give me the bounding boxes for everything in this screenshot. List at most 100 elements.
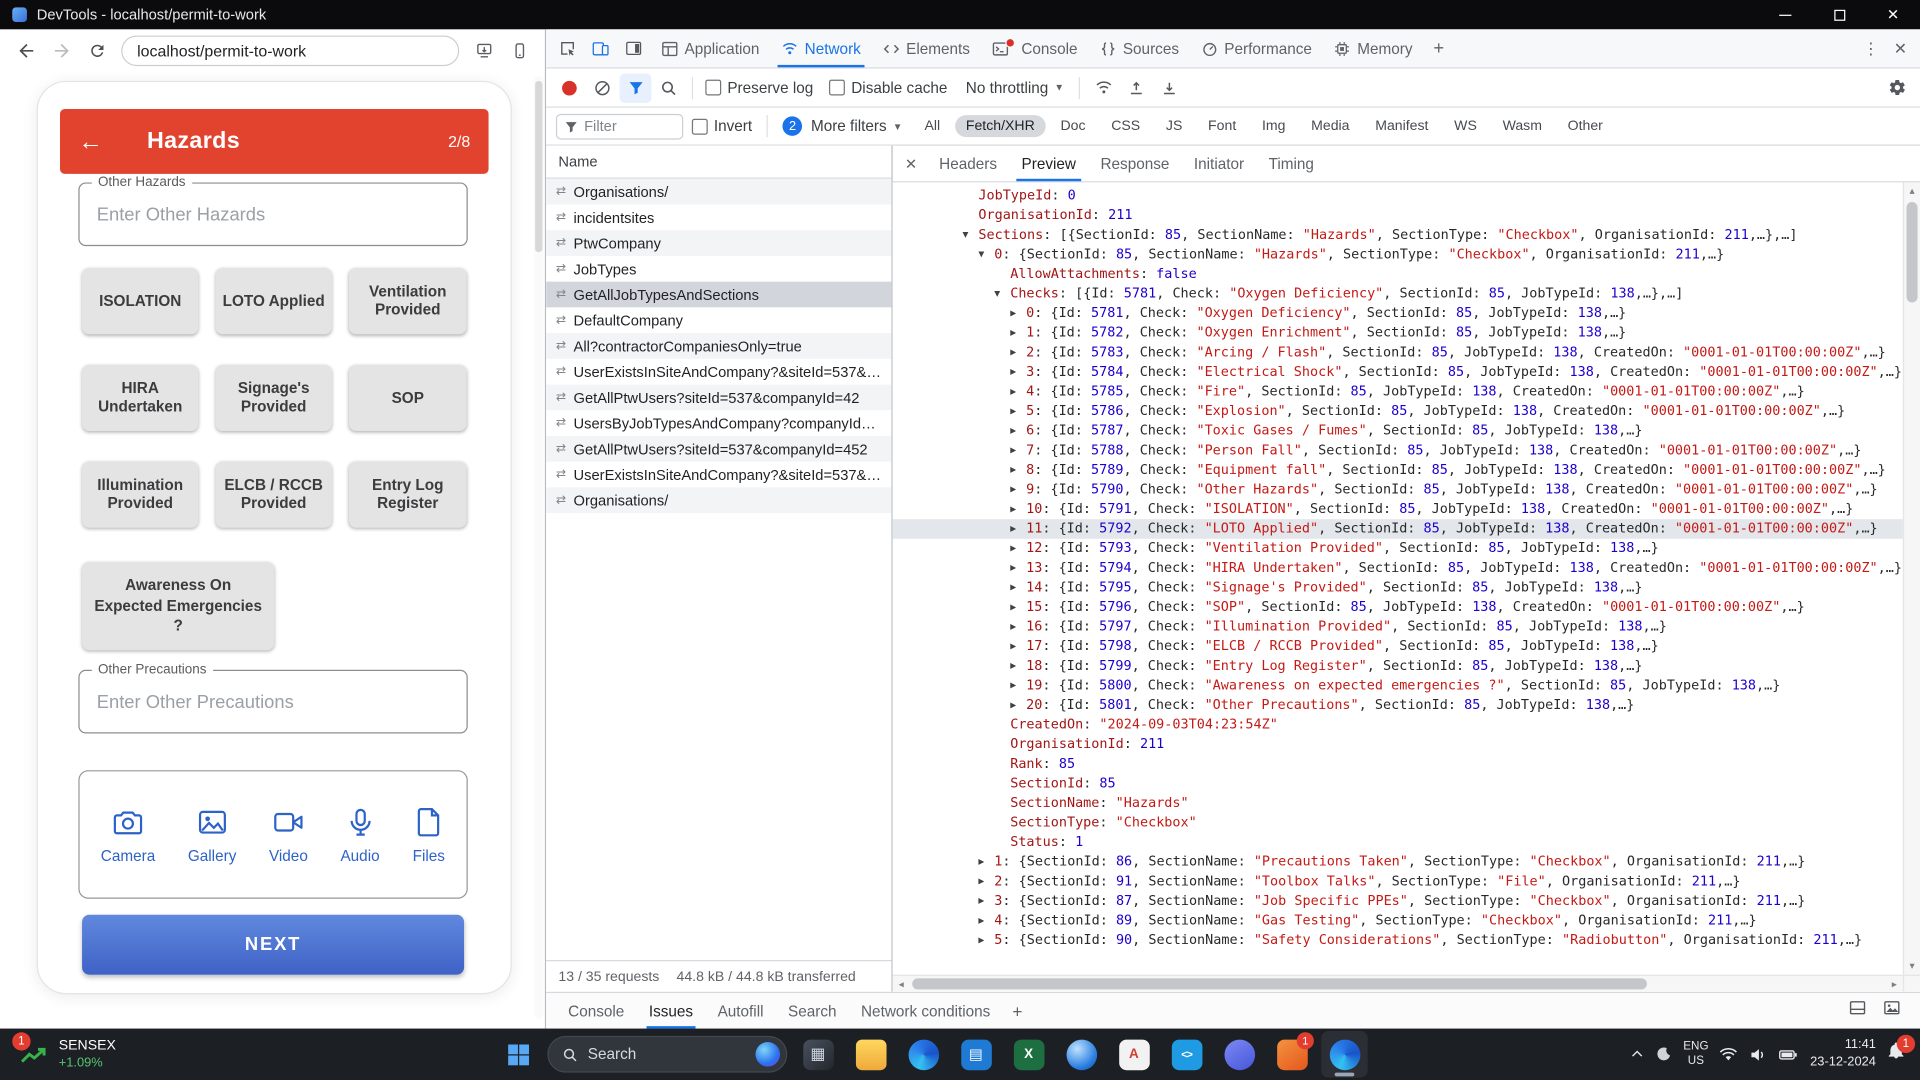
json-tree-line[interactable]: ▶13: {Id: 5794, Check: "HIRA Undertaken"… xyxy=(893,558,1903,578)
request-row[interactable]: ⇄Organisations/ xyxy=(546,179,891,205)
media-button-camera[interactable]: Camera xyxy=(101,805,155,864)
preview-tab-preview[interactable]: Preview xyxy=(1009,146,1088,182)
drawer-tab-console[interactable]: Console xyxy=(556,993,637,1029)
horizontal-scrollbar[interactable]: ◀ ▶ xyxy=(893,975,1903,992)
json-tree-line[interactable]: ▶6: {Id: 5787, Check: "Toxic Gases / Fum… xyxy=(893,421,1903,441)
request-row[interactable]: ⇄UserExistsInSiteAndCompany?&siteId=537&… xyxy=(546,462,891,488)
clock[interactable]: 11:41 23-12-2024 xyxy=(1810,1038,1876,1071)
json-tree-line[interactable]: ▶14: {Id: 5795, Check: "Signage's Provid… xyxy=(893,578,1903,598)
dock-side-icon[interactable] xyxy=(617,29,650,67)
drawer-tab-network-conditions[interactable]: Network conditions xyxy=(849,993,1003,1029)
settings-gear-icon[interactable] xyxy=(1881,73,1913,102)
json-tree-line[interactable]: ▶19: {Id: 5800, Check: "Awareness on exp… xyxy=(893,676,1903,696)
page-scrollbar[interactable] xyxy=(534,76,544,1019)
json-tree-line[interactable]: ▶7: {Id: 5788, Check: "Person Fall", Sec… xyxy=(893,441,1903,461)
json-tree-line[interactable]: ▼0: {SectionId: 85, SectionName: "Hazard… xyxy=(893,245,1903,265)
widgets-button[interactable]: 1 SENSEX +1.09% xyxy=(5,1029,131,1080)
other-hazards-input[interactable] xyxy=(80,184,467,245)
json-tree-line[interactable]: ▶5: {SectionId: 90, SectionName: "Safety… xyxy=(893,931,1903,951)
record-button[interactable] xyxy=(553,73,585,102)
invert-checkbox[interactable]: Invert xyxy=(692,118,752,135)
json-tree-line[interactable]: ▼Sections: [{SectionId: 85, SectionName:… xyxy=(893,225,1903,245)
clear-button[interactable] xyxy=(587,73,619,102)
request-row[interactable]: ⇄DefaultCompany xyxy=(546,307,891,333)
filter-input[interactable] xyxy=(584,118,662,135)
language-indicator[interactable]: ENG US xyxy=(1683,1040,1708,1069)
taskbar-app-blue-circle-app-icon[interactable] xyxy=(1216,1031,1263,1078)
hazard-option-button-hira-undertaken[interactable]: HIRA Undertaken xyxy=(82,365,198,431)
request-row[interactable]: ⇄UsersByJobTypesAndCompany?companyId=… xyxy=(546,410,891,436)
focus-assist-icon[interactable] xyxy=(1655,1046,1672,1063)
throttling-select[interactable]: No throttling ▼ xyxy=(966,79,1064,96)
add-drawer-tab-icon[interactable]: + xyxy=(1003,993,1033,1029)
request-row[interactable]: ⇄UserExistsInSiteAndCompany?&siteId=537&… xyxy=(546,359,891,385)
filter-chip-fetch-xhr[interactable]: Fetch/XHR xyxy=(955,115,1046,137)
taskbar-app-letter-a-app-icon[interactable]: A xyxy=(1111,1031,1158,1078)
json-tree-line[interactable]: ▶18: {Id: 5799, Check: "Entry Log Regist… xyxy=(893,656,1903,676)
devtools-menu-icon[interactable]: ⋮ xyxy=(1856,39,1885,59)
filter-chip-doc[interactable]: Doc xyxy=(1049,115,1096,137)
drawer-tab-autofill[interactable]: Autofill xyxy=(705,993,775,1029)
json-tree-line[interactable]: ▶2: {Id: 5783, Check: "Arcing / Flash", … xyxy=(893,343,1903,363)
device-toolbar-icon[interactable] xyxy=(584,29,617,67)
back-button[interactable] xyxy=(10,34,42,66)
json-tree-line[interactable]: ▶1: {Id: 5782, Check: "Oxygen Enrichment… xyxy=(893,323,1903,343)
media-button-video[interactable]: Video xyxy=(269,805,308,864)
json-tree-line[interactable]: ▶2: {SectionId: 91, SectionName: "Toolbo… xyxy=(893,872,1903,892)
import-har-icon[interactable] xyxy=(1120,73,1152,102)
json-tree-line[interactable]: ▶9: {Id: 5790, Check: "Other Hazards", S… xyxy=(893,480,1903,500)
filter-chip-js[interactable]: JS xyxy=(1155,115,1193,137)
json-tree-line[interactable]: ▶4: {SectionId: 89, SectionName: "Gas Te… xyxy=(893,911,1903,931)
request-row[interactable]: ⇄incidentsites xyxy=(546,204,891,230)
filter-chip-wasm[interactable]: Wasm xyxy=(1492,115,1553,137)
devtools-tab-memory[interactable]: Memory xyxy=(1323,29,1424,67)
hazard-option-button-isolation[interactable]: ISOLATION xyxy=(82,268,198,334)
start-button[interactable] xyxy=(496,1032,540,1076)
devtools-tab-console[interactable]: Console xyxy=(981,29,1089,67)
json-tree-line[interactable]: ▶0: {Id: 5781, Check: "Oxygen Deficiency… xyxy=(893,304,1903,324)
other-precautions-input[interactable] xyxy=(80,671,467,732)
preview-tab-timing[interactable]: Timing xyxy=(1256,146,1326,182)
taskbar-app-vscode-icon[interactable]: <> xyxy=(1163,1031,1210,1078)
request-row[interactable]: ⇄PtwCompany xyxy=(546,230,891,256)
request-row[interactable]: ⇄JobTypes xyxy=(546,256,891,282)
json-tree-line[interactable]: ▶3: {Id: 5784, Check: "Electrical Shock"… xyxy=(893,362,1903,382)
hazard-option-button-elcb-rccb-provided[interactable]: ELCB / RCCB Provided xyxy=(216,462,332,528)
scroll-down-icon[interactable]: ▼ xyxy=(1904,958,1920,975)
disable-cache-checkbox[interactable]: Disable cache xyxy=(829,79,947,96)
reload-button[interactable] xyxy=(81,34,113,66)
taskbar-app-photos-app-icon[interactable]: ▦ xyxy=(795,1031,842,1078)
dock-panel-icon[interactable] xyxy=(1849,999,1866,1022)
battery-icon[interactable] xyxy=(1778,1045,1799,1063)
taskbar-app-file-explorer-icon[interactable] xyxy=(847,1031,894,1078)
json-tree-line[interactable]: ▶8: {Id: 5789, Check: "Equipment fall", … xyxy=(893,460,1903,480)
volume-icon[interactable] xyxy=(1749,1045,1767,1063)
json-tree-line[interactable]: ▶4: {Id: 5785, Check: "Fire", SectionId:… xyxy=(893,382,1903,402)
taskbar-app-excel-icon[interactable]: X xyxy=(1005,1031,1052,1078)
taskbar-app-microsoft-store-icon[interactable]: ▤ xyxy=(953,1031,1000,1078)
filter-chip-font[interactable]: Font xyxy=(1197,115,1247,137)
address-bar[interactable]: localhost/permit-to-work xyxy=(121,35,459,66)
minimize-button[interactable] xyxy=(1758,0,1812,29)
horizontal-scrollbar-thumb[interactable] xyxy=(912,978,1647,989)
taskbar-app-edge-browser-icon[interactable] xyxy=(1321,1031,1368,1078)
next-button[interactable]: NEXT xyxy=(82,915,464,975)
preview-tab-initiator[interactable]: Initiator xyxy=(1182,146,1257,182)
export-har-icon[interactable] xyxy=(1154,73,1186,102)
devtools-close-icon[interactable]: ✕ xyxy=(1886,39,1915,59)
wifi-icon[interactable] xyxy=(1720,1045,1738,1063)
more-tabs-icon[interactable]: + xyxy=(1424,29,1454,67)
filter-chip-img[interactable]: Img xyxy=(1251,115,1297,137)
install-app-icon[interactable] xyxy=(468,34,500,66)
hazard-option-button-entry-log-register[interactable]: Entry Log Register xyxy=(349,462,467,528)
hazard-option-button-loto-applied[interactable]: LOTO Applied xyxy=(216,268,332,334)
hazard-option-button-ventilation-provided[interactable]: Ventilation Provided xyxy=(349,268,467,334)
filter-chip-ws[interactable]: WS xyxy=(1443,115,1488,137)
json-tree-line[interactable]: ▶3: {SectionId: 87, SectionName: "Job Sp… xyxy=(893,891,1903,911)
back-arrow-icon[interactable]: ← xyxy=(78,129,102,153)
inspect-element-icon[interactable] xyxy=(551,29,584,67)
filter-chip-manifest[interactable]: Manifest xyxy=(1364,115,1439,137)
request-row[interactable]: ⇄GetAllPtwUsers?siteId=537&companyId=42 xyxy=(546,384,891,410)
scroll-left-icon[interactable]: ◀ xyxy=(893,976,910,992)
media-button-files[interactable]: Files xyxy=(412,805,445,864)
